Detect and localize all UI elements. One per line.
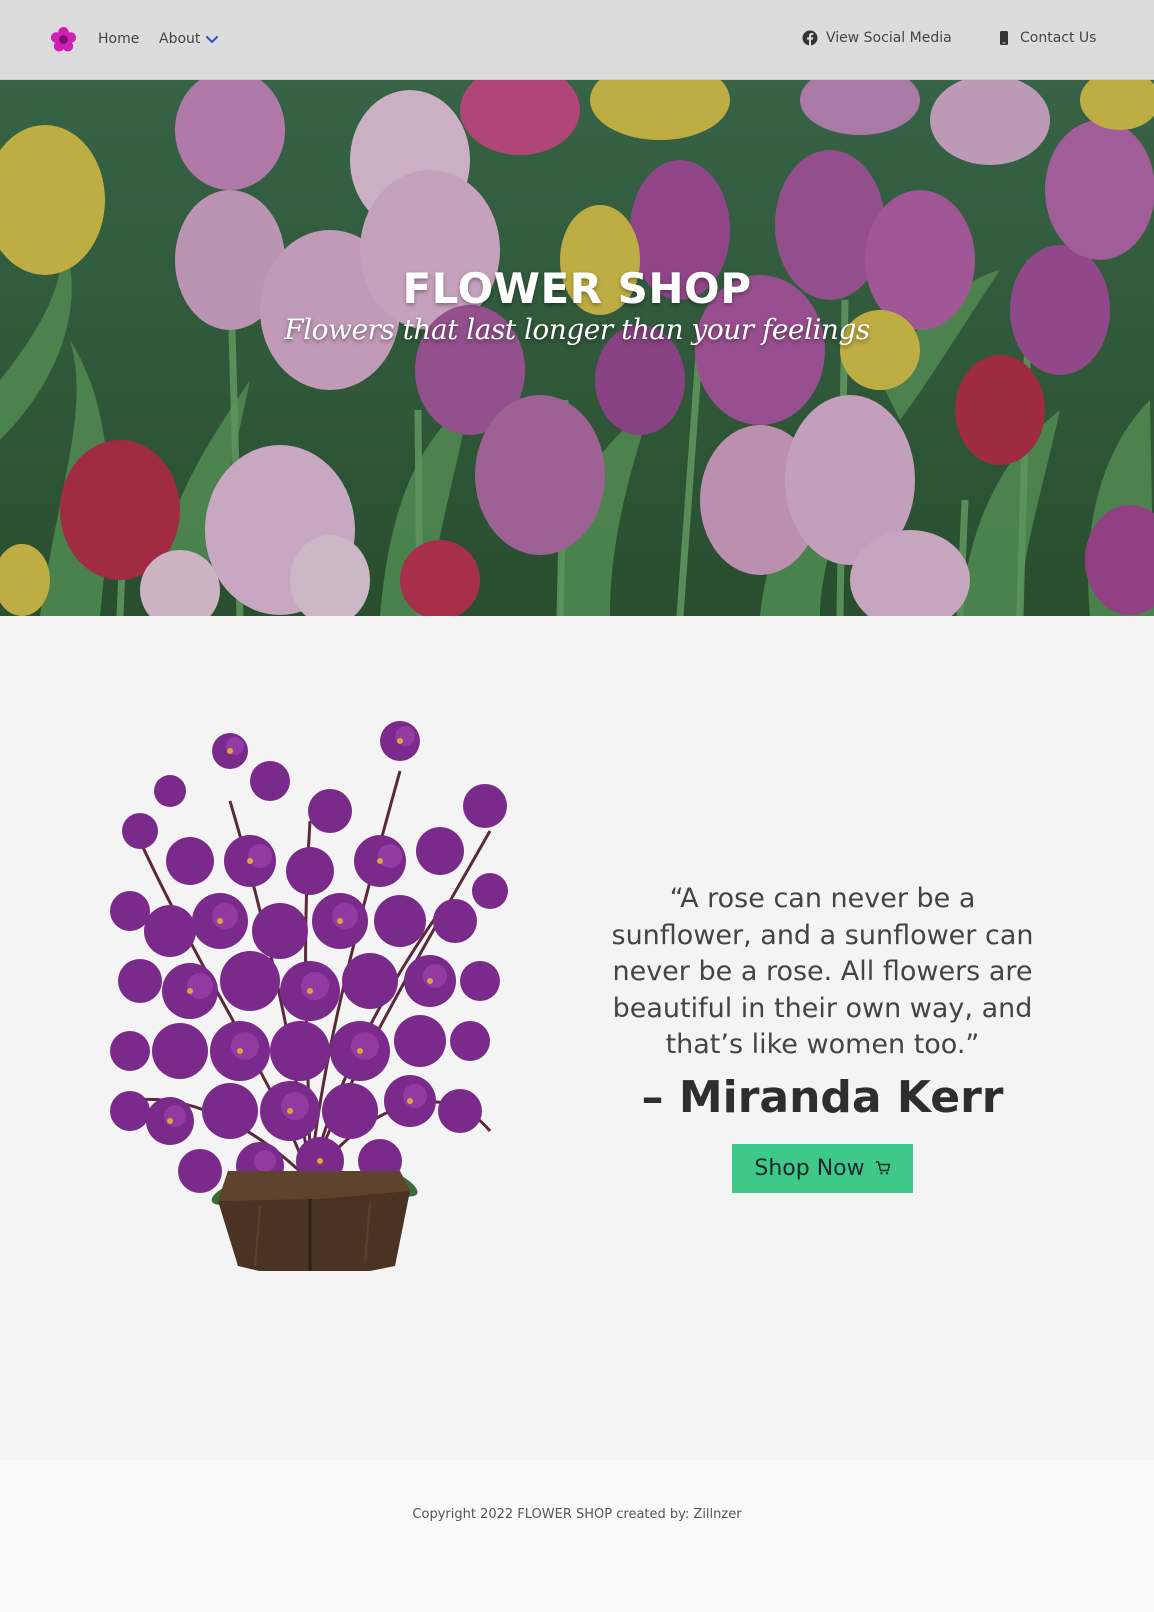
nav-contact-label: Contact Us [1020, 30, 1097, 46]
flower-vase-image [110, 711, 550, 1283]
shop-now-button[interactable]: Shop Now [732, 1143, 913, 1193]
quote-block: “A rose can never be a sunflower, and a … [600, 881, 1045, 1193]
navbar: Home About View Social Media Contact Us [0, 0, 1154, 80]
facebook-icon [802, 30, 818, 46]
copyright-text: Copyright 2022 FLOWER SHOP created by: Z… [412, 1507, 742, 1522]
nav-contact-link[interactable]: Contact Us [996, 30, 1096, 46]
main-section: “A rose can never be a sunflower, and a … [0, 616, 1154, 1460]
quote-author: – Miranda Kerr [641, 1071, 1004, 1123]
footer: Copyright 2022 FLOWER SHOP created by: Z… [0, 1460, 1154, 1612]
phone-icon [1000, 31, 1008, 45]
quote-text: “A rose can never be a sunflower, and a … [611, 883, 1034, 1060]
hero-subtitle: Flowers that last longer than your feeli… [284, 313, 870, 346]
nav-social-link[interactable]: View Social Media [802, 30, 952, 46]
tulip-field-image [0, 80, 1154, 616]
nav-home-link[interactable]: Home [98, 31, 139, 47]
flower-logo-icon[interactable] [50, 26, 77, 53]
chevron-down-icon[interactable] [205, 33, 219, 47]
cart-icon [875, 1161, 890, 1175]
shop-now-label: Shop Now [754, 1155, 865, 1181]
hero-banner: FLOWER SHOP Flowers that last longer tha… [0, 80, 1154, 616]
hero-title: FLOWER SHOP [402, 264, 752, 313]
nav-social-label: View Social Media [826, 30, 952, 46]
nav-about-link[interactable]: About [159, 31, 200, 47]
